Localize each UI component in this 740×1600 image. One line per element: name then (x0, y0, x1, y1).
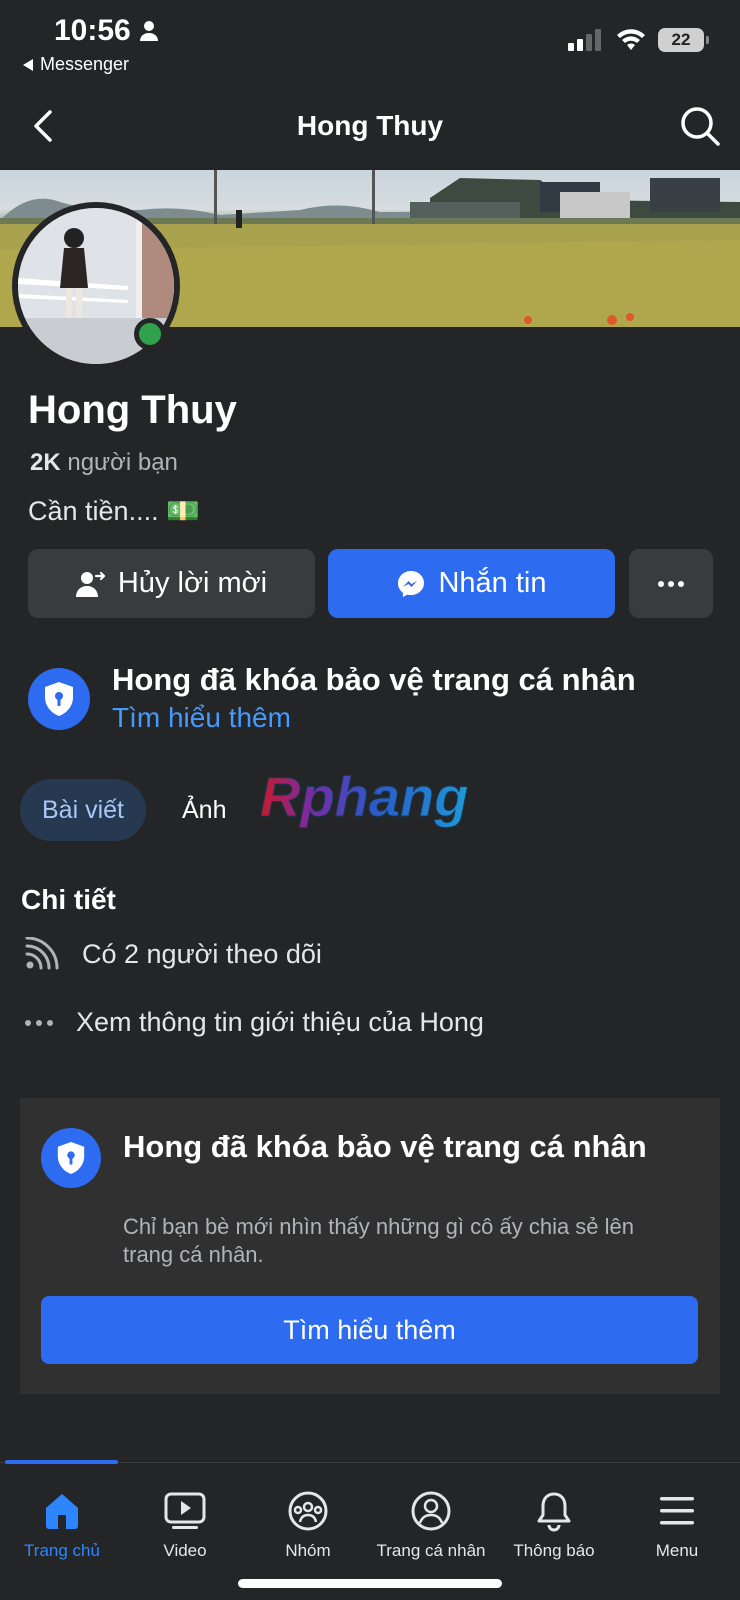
nav-menu[interactable]: Menu (615, 1487, 739, 1561)
person-icon (139, 21, 158, 41)
profile-tabs: Bài viết Ảnh (20, 778, 226, 842)
nav-label: Trang chủ (24, 1541, 100, 1560)
tab-photos[interactable]: Ảnh (182, 796, 226, 825)
friends-count[interactable]: 2K người bạn (30, 449, 178, 477)
about-info-row[interactable]: Xem thông tin giới thiệu của Hong (24, 1007, 484, 1038)
profile-icon (411, 1491, 451, 1531)
nav-label: Video (163, 1541, 207, 1560)
nav-video[interactable]: Video (123, 1487, 247, 1561)
message-button[interactable]: Nhắn tin (328, 549, 615, 618)
home-icon (46, 1494, 78, 1529)
person-cancel-icon (75, 571, 105, 597)
online-status-dot (134, 318, 166, 350)
back-triangle-icon (23, 58, 33, 71)
status-bar: 10:56 Messenger 22 (0, 0, 740, 80)
cellular-signal-icon (568, 29, 601, 51)
lock-notice-title: Hong đã khóa bảo vệ trang cá nhân (112, 662, 636, 697)
lock-card-title: Hong đã khóa bảo vệ trang cá nhân (123, 1129, 647, 1164)
profile-bio: Cần tiền.... 💵 (28, 496, 200, 526)
bell-icon (537, 1492, 571, 1532)
back-app-label: Messenger (40, 54, 130, 74)
nav-groups[interactable]: Nhóm (246, 1487, 370, 1561)
details-title: Chi tiết (21, 884, 116, 915)
back-to-messenger[interactable]: Messenger (22, 54, 129, 75)
nav-label: Thông báo (513, 1541, 595, 1560)
battery-level: 22 (671, 30, 691, 49)
message-label: Nhắn tin (438, 567, 547, 599)
active-tab-indicator (5, 1460, 118, 1464)
friends-count-number: 2K (30, 449, 61, 476)
battery-icon: 22 (658, 28, 709, 52)
cancel-friend-request-button[interactable]: Hủy lời mời (28, 549, 315, 618)
status-time-text: 10:56 (54, 14, 131, 47)
nav-profile[interactable]: Trang cá nhân (369, 1487, 493, 1561)
search-icon (681, 107, 720, 146)
nav-label: Nhóm (285, 1541, 331, 1560)
rss-feed-icon (25, 937, 59, 970)
groups-icon (288, 1491, 328, 1531)
video-icon (164, 1492, 206, 1529)
nav-label: Menu (655, 1541, 699, 1560)
status-time: 10:56 (54, 14, 159, 48)
search-button[interactable] (678, 104, 722, 148)
messenger-icon (398, 570, 425, 597)
menu-icon (660, 1497, 694, 1525)
watermark-text: Rphang (260, 770, 468, 828)
more-dots-icon (25, 1019, 53, 1026)
about-info-text: Xem thông tin giới thiệu của Hong (76, 1007, 484, 1037)
status-indicators: 22 (568, 28, 709, 52)
profile-lock-card: Hong đã khóa bảo vệ trang cá nhân Chỉ bạ… (20, 1098, 720, 1394)
shield-lock-icon (28, 668, 90, 730)
nav-home[interactable]: Trang chủ (0, 1487, 124, 1561)
profile-header: Hong Thuy (0, 90, 740, 164)
learn-more-button[interactable]: Tìm hiểu thêm (41, 1296, 698, 1364)
followers-text: Có 2 người theo dõi (82, 938, 322, 969)
home-indicator (238, 1579, 502, 1588)
lock-card-subtitle: Chỉ bạn bè mới nhìn thấy những gì cô ấy … (123, 1214, 635, 1267)
learn-more-link[interactable]: Tìm hiểu thêm (112, 702, 291, 734)
profile-name: Hong Thuy (28, 388, 237, 432)
friends-count-label: người bạn (67, 449, 178, 476)
page-title: Hong Thuy (296, 110, 444, 141)
tab-posts[interactable]: Bài viết (20, 779, 146, 841)
profile-lock-notice: Hong đã khóa bảo vệ trang cá nhân Tìm hi… (28, 660, 728, 734)
shield-lock-icon (41, 1128, 101, 1188)
watermark-logo: Rphang (256, 765, 486, 830)
nav-notifications[interactable]: Thông báo (492, 1487, 616, 1561)
nav-label: Trang cá nhân (376, 1541, 486, 1560)
more-dots-icon (658, 580, 684, 587)
followers-row[interactable]: Có 2 người theo dõi (24, 937, 322, 971)
wifi-icon (617, 29, 645, 50)
cancel-request-label: Hủy lời mời (117, 567, 268, 599)
more-options-button[interactable] (629, 549, 713, 618)
